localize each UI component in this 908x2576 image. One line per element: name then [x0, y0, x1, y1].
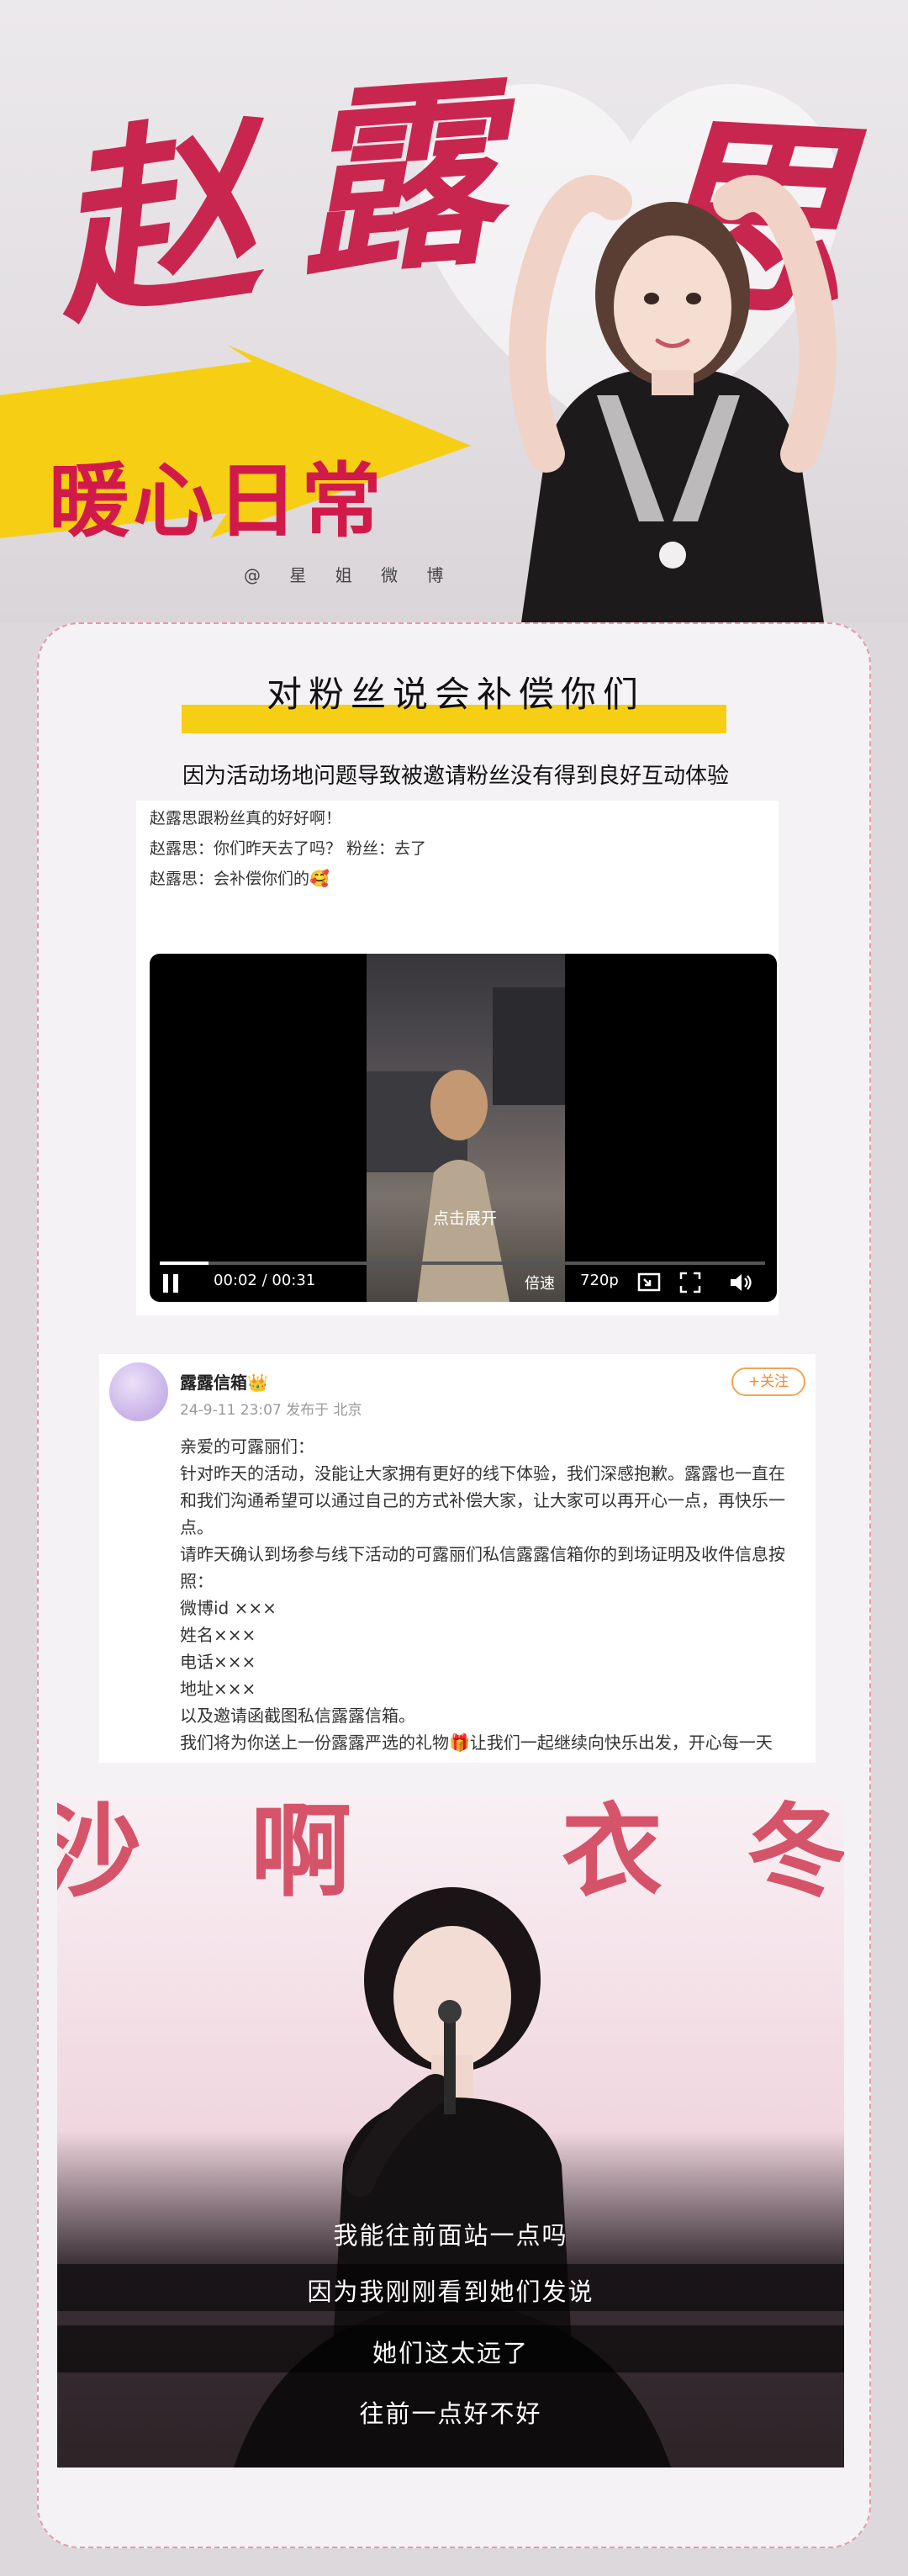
hero-poster: 赵 露 思 暖心日常 @ 星 姐 微 博 — [0, 0, 908, 622]
caption-line: 因为我刚刚看到她们发说 — [307, 2277, 594, 2306]
fullscreen-icon[interactable] — [679, 1272, 701, 1293]
expand-label[interactable]: 点击展开 — [402, 1206, 528, 1229]
account-name[interactable]: 露露信箱👑 — [180, 1369, 268, 1394]
post-text-line: 姓名××× — [180, 1625, 256, 1645]
person-illustration — [509, 175, 837, 622]
post-text-line: 请昨天确认到场参与线下活动的可露丽们私信露露信箱你的到场证明及收件信息按 — [180, 1544, 785, 1564]
hero-subtitle: 暖心日常 — [49, 454, 385, 548]
caption-line: 她们这太远了 — [372, 2339, 529, 2367]
video-progress-bar[interactable] — [160, 1262, 765, 1265]
singer-figure — [234, 1887, 671, 2468]
pause-icon[interactable] — [160, 1272, 182, 1295]
post-text-line: 针对昨天的活动，没能让大家拥有更好的线下体验，我们深感抱歉。露露也一直在 — [180, 1463, 785, 1484]
post-text-line: 点。 — [180, 1517, 214, 1537]
post-text-line: 地址××× — [180, 1679, 256, 1699]
post-text-line: 和我们沟通希望可以通过自己的方式补偿大家，让大家可以再开心一点，再快乐一 — [180, 1490, 785, 1510]
post-text-line: 电话××× — [180, 1652, 256, 1672]
post-text-line: 微博id ××× — [180, 1598, 277, 1618]
video-frame — [367, 954, 568, 1302]
speed-button[interactable]: 倍速 — [525, 1272, 555, 1293]
picture-in-picture-icon[interactable] — [637, 1272, 661, 1293]
video-progress-fill — [160, 1262, 209, 1265]
avatar[interactable] — [109, 1362, 168, 1421]
mailbox-post: 露露信箱👑 24-9-11 23:07 发布于 北京 +关注 亲爱的可露丽们： … — [99, 1354, 816, 1763]
volume-icon[interactable] — [728, 1272, 753, 1293]
post-text-line: 亲爱的可露丽们： — [180, 1436, 314, 1457]
section-subhead: 因为活动场地问题导致被邀请粉丝没有得到良好互动体验 — [182, 764, 729, 789]
post-meta: 24-9-11 23:07 发布于 北京 — [180, 1402, 362, 1419]
weibo-post: 赵露思跟粉丝真的好好啊！ 赵露思：你们昨天去了吗？ 粉丝：去了 赵露思：会补偿你… — [136, 801, 779, 1315]
post-text-line: 我们将为你送上一份露露严选的礼物🎁让我们一起继续向快乐出发，开心每一天 — [180, 1732, 773, 1753]
source-handle: @ 星 姐 微 博 — [244, 565, 456, 585]
hero-title-char-1: 赵 — [37, 89, 271, 353]
follow-button[interactable]: +关注 — [731, 1367, 805, 1396]
post-text-line: 以及邀请函截图私信露露信箱。 — [180, 1706, 415, 1726]
backdrop-decoration: 冬 — [747, 1795, 844, 1911]
stage-photo: 沙 啊 衣 冬 我能往前面站一点吗 因为我刚刚看到她们发说 她们这太远了 往前一… — [57, 1795, 844, 2468]
quality-button[interactable]: 720p — [580, 1272, 619, 1289]
caption-line: 往前一点好不好 — [359, 2399, 542, 2428]
post-line: 赵露思：你们昨天去了吗？ 粉丝：去了 — [150, 839, 427, 858]
post-line: 赵露思：会补偿你们的🥰 — [150, 870, 330, 888]
caption-line: 我能往前面站一点吗 — [333, 2221, 568, 2250]
video-player[interactable]: 点击展开 00:02 / 00:31 倍速 720p — [150, 954, 777, 1302]
post-text-line: 照： — [180, 1571, 214, 1591]
video-time: 00:02 / 00:31 — [214, 1272, 316, 1289]
section-title: 对粉丝说会补偿你们 — [266, 674, 645, 715]
backdrop-decoration: 沙 — [57, 1795, 141, 1911]
post-line: 赵露思跟粉丝真的好好啊！ — [150, 809, 342, 828]
